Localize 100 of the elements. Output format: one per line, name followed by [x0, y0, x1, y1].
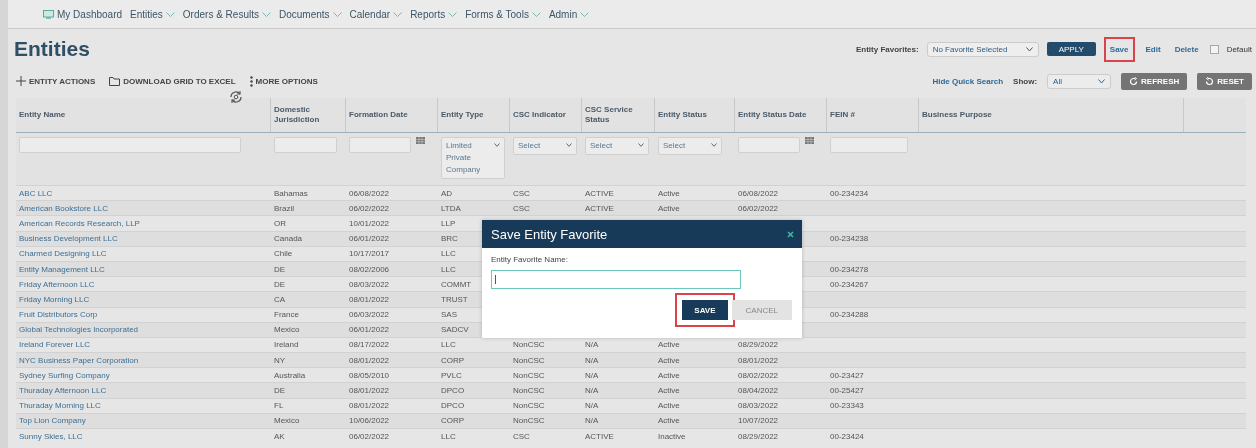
entity-link[interactable]: NYC Business Paper Corporation [19, 355, 139, 365]
reset-icon [1205, 76, 1215, 86]
entity-link[interactable]: Global Technologies Incorporated [19, 325, 139, 335]
close-icon[interactable] [787, 230, 794, 238]
table-cell: 06/01/2022 [349, 325, 390, 335]
entity-link[interactable]: Top Lion Company [19, 416, 86, 426]
table-cell: 00-234238 [830, 234, 869, 244]
table-cell: 10/06/2022 [349, 416, 390, 426]
toolbar-action[interactable]: ENTITY ACTIONS [16, 75, 96, 87]
table-cell: CSC [513, 203, 530, 213]
nav-menu-item[interactable]: Documents [278, 8, 342, 20]
column-header[interactable]: CSC Service Status [585, 105, 654, 125]
nav-menu-item[interactable]: Entities [130, 8, 175, 20]
table-cell: 08/01/2022 [349, 401, 390, 411]
table-cell: 08/05/2010 [349, 370, 390, 380]
nav-menu-item[interactable]: Calendar [349, 8, 403, 20]
sync-icon[interactable] [229, 90, 243, 104]
filter-dropdown[interactable]: Select [513, 137, 577, 155]
calendar-icon[interactable] [805, 137, 815, 144]
entity-link[interactable]: Ireland Forever LLC [19, 340, 91, 350]
column-header[interactable]: Entity Status [658, 110, 707, 120]
entity-link[interactable]: Friday Afternoon LLC [19, 279, 95, 289]
save-button[interactable]: SAVE [682, 300, 728, 320]
nav-menu-item[interactable]: Reports [410, 8, 458, 20]
table-cell: CA [274, 294, 286, 304]
favorite-link[interactable]: Save [1103, 36, 1135, 62]
entity-link[interactable]: Sydney Surfing Company [19, 370, 110, 380]
table-cell: 06/03/2022 [349, 310, 390, 320]
table-cell: 10/07/2022 [738, 416, 779, 426]
table-cell: LLC [441, 249, 456, 259]
entity-link[interactable]: American Records Research, LLP [19, 218, 140, 228]
table-cell: N/A [585, 386, 599, 396]
chevron-icon [1098, 78, 1106, 84]
date-filter-field[interactable] [738, 137, 801, 153]
entity-link[interactable]: Thuraday Morning LLC [19, 401, 101, 411]
filter-field[interactable] [830, 137, 909, 153]
column-header[interactable]: Formation Date [349, 110, 408, 120]
table-cell: N/A [585, 370, 599, 380]
table-cell: 00-234288 [830, 310, 869, 320]
apply-button[interactable]: APPLY [1046, 42, 1096, 56]
column-header[interactable]: Entity Name [19, 110, 66, 120]
caret-icon [165, 11, 175, 17]
chevron-icon [566, 143, 572, 147]
column-header[interactable]: Entity Status Date [738, 110, 807, 120]
date-filter-field[interactable] [349, 137, 412, 153]
entity-link[interactable]: Charmed Designing LLC [19, 249, 107, 259]
entity-link[interactable]: American Bookstore LLC [19, 203, 108, 213]
column-header[interactable]: Business Purpose [922, 110, 992, 120]
column-header[interactable]: CSC Indicator [513, 110, 566, 120]
table-cell: 06/08/2022 [349, 188, 390, 198]
filter-dropdown[interactable]: Select [658, 137, 722, 155]
toolbar-action[interactable]: DOWNLOAD GRID TO EXCEL [109, 75, 236, 87]
chevron-icon [711, 143, 717, 147]
filter-dropdown[interactable]: Limited Private Company [441, 137, 505, 179]
favorites-dropdown[interactable]: No Favorite Selected [926, 41, 1039, 57]
favorite-link[interactable]: Delete [1171, 41, 1202, 57]
column-header[interactable]: FEIN # [830, 110, 855, 120]
table-cell: LLC [441, 264, 456, 274]
nav-menu-item[interactable]: Admin [548, 8, 590, 20]
entity-link[interactable]: Thuraday Afternoon LLC [19, 386, 107, 396]
table-cell: LLP [441, 218, 456, 228]
column-header[interactable]: Entity Type [441, 110, 484, 120]
table-cell: Mexico [274, 416, 300, 426]
table-cell: SAS [441, 310, 457, 320]
column-header[interactable]: Domestic Jurisdiction [274, 105, 345, 125]
table-cell: 00-234267 [830, 279, 869, 289]
entity-link[interactable]: Fruit Distributors Corp [19, 310, 98, 320]
filter-field[interactable] [274, 137, 338, 153]
plus-icon [16, 76, 26, 86]
table-cell: OR [274, 218, 286, 228]
table-cell: NonCSC [513, 416, 545, 426]
table-cell: 00-23424 [830, 431, 864, 441]
entity-link[interactable]: Business Development LLC [19, 234, 118, 244]
entity-link[interactable]: Entity Management LLC [19, 264, 105, 274]
table-cell: 06/01/2022 [349, 234, 390, 244]
reset-button[interactable]: RESET [1197, 72, 1252, 90]
nav-menu-item[interactable]: My Dashboard [43, 8, 123, 20]
filter-field[interactable] [19, 137, 241, 153]
refresh-button[interactable]: REFRESH [1121, 72, 1188, 90]
calendar-icon[interactable] [416, 137, 426, 144]
toolbar-action[interactable]: MORE OPTIONS [249, 75, 318, 87]
table-cell: CORP [441, 355, 465, 365]
favorite-link[interactable]: Edit [1142, 41, 1164, 57]
input-field[interactable] [491, 270, 741, 289]
entity-link[interactable]: ABC LLC [19, 188, 53, 198]
nav-menu-item[interactable]: Orders & Results [182, 8, 271, 20]
nav-menu-item[interactable]: Forms & Tools [465, 8, 541, 20]
table-cell: Ireland [274, 340, 299, 350]
entity-link[interactable]: Friday Morning LLC [19, 294, 90, 304]
table-cell: Active [658, 401, 680, 411]
caret-icon [332, 11, 342, 17]
table-cell: 06/02/2022 [349, 431, 390, 441]
hide-quick-search-link[interactable]: Hide Quick Search [932, 76, 1004, 86]
show-dropdown[interactable]: All [1047, 73, 1112, 89]
filter-dropdown[interactable]: Select [585, 137, 649, 155]
checkbox[interactable] [1209, 44, 1219, 54]
table-cell: 10/01/2022 [349, 218, 390, 228]
entity-link[interactable]: Sunny Skies, LLC [19, 431, 83, 441]
cancel-button[interactable]: CANCEL [731, 300, 792, 320]
table-cell: 00-25427 [830, 386, 864, 396]
